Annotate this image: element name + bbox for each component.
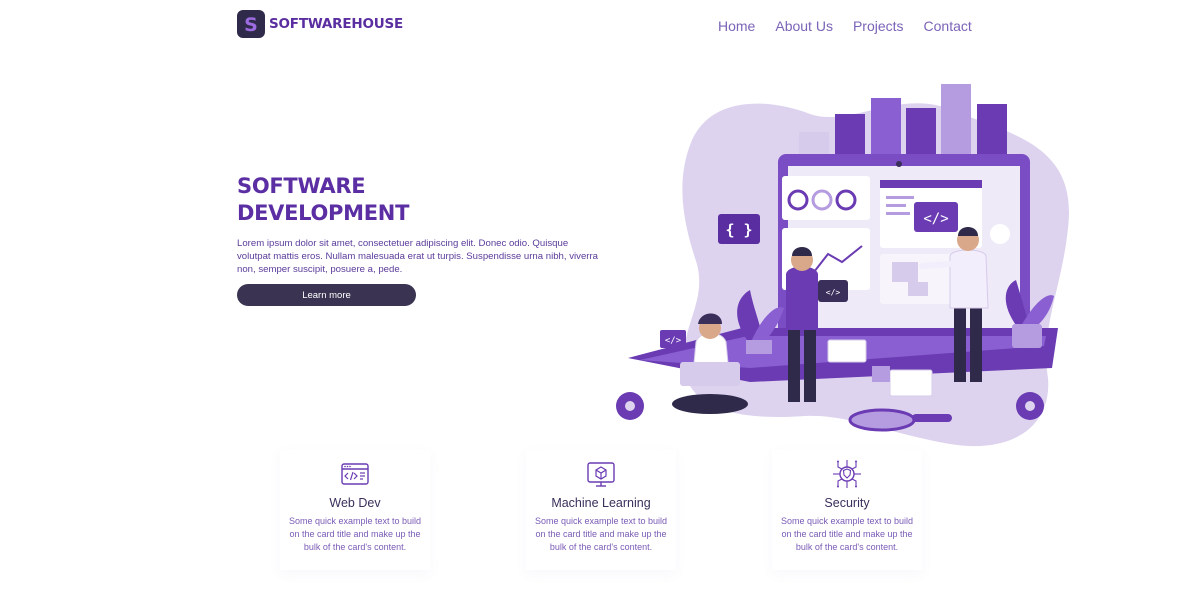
card-machine-learning[interactable]: Machine Learning Some quick example text… xyxy=(526,450,676,570)
nav-home[interactable]: Home xyxy=(718,18,755,34)
code-braces-badge: { } xyxy=(718,214,760,244)
main-nav: Home About Us Projects Contact xyxy=(718,18,972,34)
floating-image-card xyxy=(889,369,933,397)
card-title: Machine Learning xyxy=(551,496,651,510)
learn-more-button[interactable]: Learn more xyxy=(237,284,416,306)
card-security[interactable]: Security Some quick example text to buil… xyxy=(772,450,922,570)
code-window-icon xyxy=(341,463,369,485)
brand-name: SOFTWAREHOUSE xyxy=(269,16,404,32)
hero-title-line-1: SOFTWARE xyxy=(237,174,366,198)
screen-code-badge: </> xyxy=(923,211,948,227)
card-title: Security xyxy=(824,496,870,510)
nav-contact[interactable]: Contact xyxy=(924,18,972,34)
card-web-dev[interactable]: Web Dev Some quick example text to build… xyxy=(280,450,430,570)
brand-logo[interactable]: S SOFTWAREHOUSE xyxy=(237,10,403,38)
card-title: Web Dev xyxy=(329,496,381,510)
card-text: Some quick example text to build on the … xyxy=(534,516,668,552)
svg-text:</>: </> xyxy=(665,336,682,346)
card-text: Some quick example text to build on the … xyxy=(780,516,914,552)
logo-mark-icon: S xyxy=(237,10,265,38)
nav-about-us[interactable]: About Us xyxy=(775,18,833,34)
svg-text:</>: </> xyxy=(826,288,841,297)
card-text: Some quick example text to build on the … xyxy=(288,516,422,552)
hero-description: Lorem ipsum dolor sit amet, consectetuer… xyxy=(237,238,599,275)
hero-title: SOFTWARE DEVELOPMENT xyxy=(237,173,597,227)
floating-doc-card xyxy=(827,339,867,363)
software-development-illustration: </> { } </> </> xyxy=(616,84,1069,447)
small-code-badge: </> xyxy=(660,330,686,348)
braces-text: { } xyxy=(725,221,752,239)
monitor-cube-icon xyxy=(587,462,615,487)
shield-circuit-icon xyxy=(833,460,861,488)
nav-projects[interactable]: Projects xyxy=(853,18,904,34)
hero-title-line-2: DEVELOPMENT xyxy=(237,201,410,225)
gear-bubble-icon xyxy=(990,224,1010,244)
logo-letter: S xyxy=(244,14,258,35)
service-cards: Web Dev Some quick example text to build… xyxy=(280,450,940,575)
